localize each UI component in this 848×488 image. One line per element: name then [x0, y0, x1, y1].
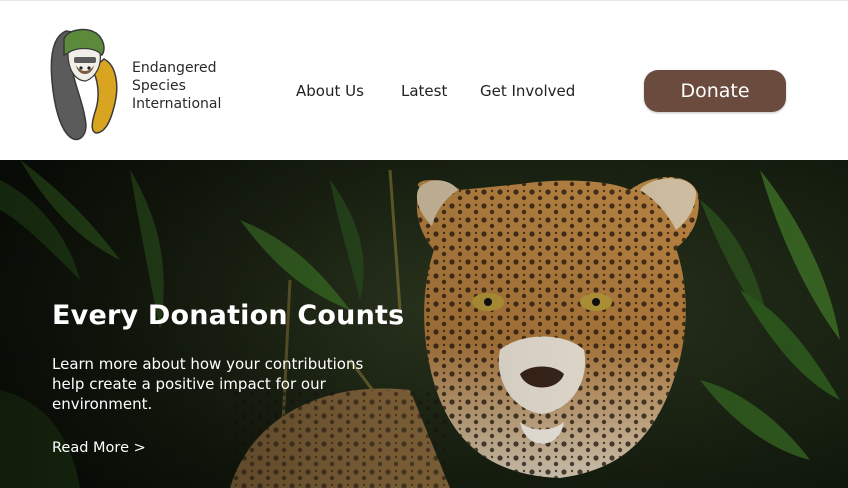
read-more-link[interactable]: Read More >	[52, 440, 146, 456]
donate-button[interactable]: Donate	[644, 70, 786, 112]
nav-get-involved[interactable]: Get Involved	[480, 82, 575, 100]
hero-description: Learn more about how your contributions …	[52, 355, 364, 413]
hero-banner: Every Donation Counts Learn more about h…	[0, 160, 848, 488]
org-name-line-1: Endangered	[132, 60, 217, 76]
nav-latest[interactable]: Latest	[401, 82, 447, 100]
nav-about-us[interactable]: About Us	[296, 82, 364, 100]
page: Endangered Species International About U…	[0, 0, 848, 488]
site-header: Endangered Species International About U…	[0, 0, 848, 160]
hero-title: Every Donation Counts	[52, 300, 405, 331]
